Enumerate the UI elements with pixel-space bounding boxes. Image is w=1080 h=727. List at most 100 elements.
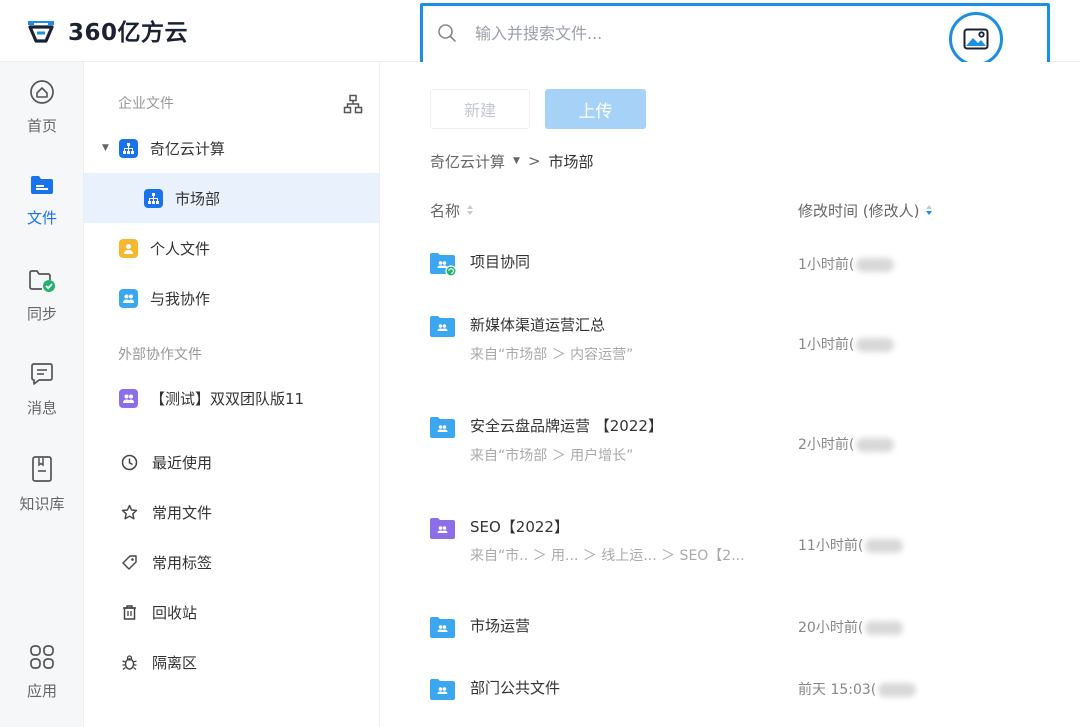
column-header-label: 修改时间 (修改人) <box>798 202 920 220</box>
table-row[interactable]: 项目协同 1小时前( <box>381 247 1080 281</box>
rail-item-label: 文件 <box>26 208 57 227</box>
logo[interactable]: 360亿方云 <box>24 12 188 48</box>
clock-icon <box>120 453 138 471</box>
tree-item-label: 隔离区 <box>152 653 198 672</box>
file-name[interactable]: 安全云盘品牌运营 【2022】 <box>470 415 663 436</box>
enterprise-files-title: 企业文件 <box>118 96 174 112</box>
top-bar: 360亿方云 <box>0 0 1080 76</box>
image-search-icon[interactable] <box>949 12 1003 66</box>
file-source-path: 来自“市场部 ＞ 内容运营” <box>470 347 634 363</box>
personal-icon <box>119 238 138 258</box>
shared-folder-icon <box>429 516 456 540</box>
tree-item-personal[interactable]: 个人文件 <box>84 223 379 273</box>
tree-item-label: 最近使用 <box>152 453 213 472</box>
rail-item-label: 消息 <box>26 398 57 417</box>
new-button[interactable]: 新建 <box>430 89 530 129</box>
breadcrumb-root[interactable]: 奇亿云计算 <box>430 151 505 172</box>
breadcrumb-separator: > <box>527 152 541 170</box>
rail-item-home[interactable]: 首页 <box>0 72 84 142</box>
sort-icon <box>466 202 474 220</box>
rail-item-knowledge[interactable]: 知识库 <box>0 449 84 519</box>
tree-item-label: 与我协作 <box>150 289 211 308</box>
modified-time: 1小时前( <box>798 334 895 354</box>
rail-item-files[interactable]: 文件 <box>0 165 84 235</box>
modified-time: 20小时前( <box>798 617 904 637</box>
tree-item-label: 常用文件 <box>152 503 213 522</box>
message-icon <box>29 361 55 391</box>
tree-item-label: 回收站 <box>152 603 198 622</box>
book-icon <box>29 455 55 487</box>
column-header-modified[interactable]: 修改时间 (修改人) <box>798 200 933 221</box>
rail-item-label: 应用 <box>26 681 57 700</box>
modified-time-text: 2小时前( <box>798 437 855 453</box>
tree-item-label: 奇亿云计算 <box>149 139 225 158</box>
tag-icon <box>120 553 138 571</box>
nav-rail: 首页 文件 同步 消息 知识库 应用 <box>0 62 84 727</box>
external-files-title: 外部协作文件 <box>118 347 202 363</box>
file-name[interactable]: 市场运营 <box>470 615 530 636</box>
table-row[interactable]: 部门公共文件 前天 15:03( <box>381 674 1080 708</box>
logo-text: 360亿方云 <box>68 20 189 46</box>
apps-icon <box>29 644 55 674</box>
file-name[interactable]: 新媒体渠道运营汇总 <box>470 314 605 335</box>
redacted-user <box>856 338 895 352</box>
rail-item-label: 知识库 <box>19 494 65 513</box>
shared-folder-icon <box>429 415 456 439</box>
tree-item-tags[interactable]: 常用标签 <box>84 537 379 587</box>
column-header-name[interactable]: 名称 <box>430 200 474 221</box>
search-icon <box>437 23 457 43</box>
search-input[interactable] <box>475 16 895 50</box>
tree-item-label: 个人文件 <box>150 239 211 258</box>
redacted-user <box>865 621 904 635</box>
bug-icon <box>120 653 138 671</box>
caret-down-icon[interactable]: ▼ <box>513 156 520 166</box>
dept-icon <box>144 188 163 208</box>
file-source-path: 来自“市.. ＞ 用... ＞ 线上运... ＞ SEO【2... <box>470 548 745 564</box>
sync-folder-icon <box>27 267 57 297</box>
rail-item-label: 同步 <box>26 304 57 323</box>
sort-desc-icon <box>925 202 933 220</box>
modified-time: 2小时前( <box>798 434 895 454</box>
redacted-user <box>865 539 904 553</box>
trash-icon <box>120 603 138 621</box>
modified-time-text: 11小时前( <box>798 538 864 554</box>
table-row[interactable]: 市场运营 20小时前( <box>381 612 1080 646</box>
tree-item-quarantine[interactable]: 隔离区 <box>84 637 379 687</box>
file-list-panel: 新建 上传 奇亿云计算 ▼ > 市场部 名称 修改时间 (修改人) 项目协同 1小… <box>381 62 1080 727</box>
rail-item-apps[interactable]: 应用 <box>0 637 84 707</box>
redacted-user <box>856 438 895 452</box>
modified-time-text: 前天 15:03( <box>798 682 877 698</box>
tree-item-external[interactable]: 【测试】双双团队版11 <box>84 373 379 423</box>
file-name[interactable]: 项目协同 <box>470 251 530 272</box>
external-team-icon <box>119 388 138 408</box>
tree-item-label: 常用标签 <box>152 553 213 572</box>
tree-item-org[interactable]: ▼ 奇亿云计算 <box>84 123 379 173</box>
tree-item-favorites[interactable]: 常用文件 <box>84 487 379 537</box>
tree-item-dept[interactable]: 市场部 <box>84 173 379 223</box>
shared-folder-icon <box>429 615 456 639</box>
tree-item-trash[interactable]: 回收站 <box>84 587 379 637</box>
shared-folder-icon <box>429 314 456 338</box>
tree-item-recent[interactable]: 最近使用 <box>84 437 379 487</box>
file-name[interactable]: SEO【2022】 <box>470 516 569 537</box>
modified-time-text: 20小时前( <box>798 620 864 636</box>
table-row[interactable]: SEO【2022】来自“市.. ＞ 用... ＞ 线上运... ＞ SEO【2.… <box>381 507 1080 571</box>
tree-item-shared[interactable]: 与我协作 <box>84 273 379 323</box>
rail-item-sync[interactable]: 同步 <box>0 260 84 330</box>
redacted-user <box>856 258 895 272</box>
sync-folder-icon <box>429 251 457 277</box>
home-icon <box>29 79 55 109</box>
file-source-path: 来自“市场部 ＞ 用户增长” <box>470 448 634 464</box>
caret-down-icon[interactable]: ▼ <box>102 143 109 153</box>
shared-folder-icon <box>429 677 456 701</box>
file-name[interactable]: 部门公共文件 <box>470 677 560 698</box>
upload-button[interactable]: 上传 <box>545 89 646 129</box>
logo-mark-icon <box>24 13 58 47</box>
tree-item-label: 市场部 <box>175 189 221 208</box>
table-row[interactable]: 安全云盘品牌运营 【2022】来自“市场部 ＞ 用户增长” 2小时前( <box>381 407 1080 471</box>
table-row[interactable]: 新媒体渠道运营汇总来自“市场部 ＞ 内容运营” 1小时前( <box>381 307 1080 371</box>
breadcrumb-current[interactable]: 市场部 <box>549 151 594 172</box>
rail-item-messages[interactable]: 消息 <box>0 354 84 424</box>
org-chart-icon[interactable] <box>343 94 363 118</box>
column-header-label: 名称 <box>430 202 461 220</box>
